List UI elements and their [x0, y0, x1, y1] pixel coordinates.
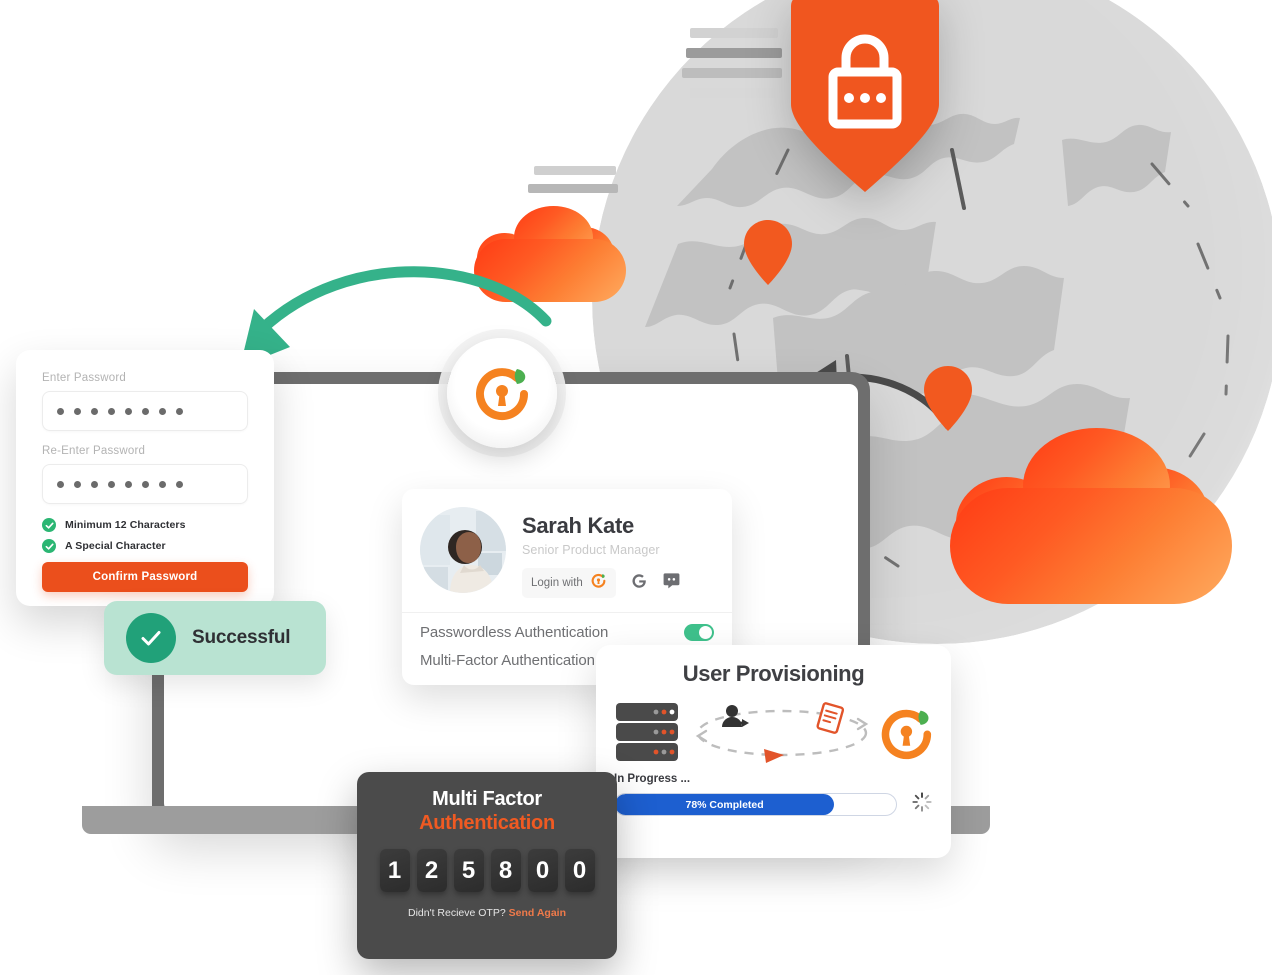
requirement-label: A Special Character	[65, 540, 166, 552]
setting-row-passwordless[interactable]: Passwordless Authentication	[402, 613, 732, 641]
shield-lock-icon	[789, 0, 941, 194]
reenter-password-label: Re-Enter Password	[42, 445, 146, 457]
reenter-password-input[interactable]	[42, 464, 248, 504]
confirm-password-button[interactable]: Confirm Password	[42, 562, 248, 592]
otp-digit[interactable]: 0	[527, 849, 558, 892]
discord-icon[interactable]	[662, 571, 681, 595]
requirement-item: A Special Character	[42, 539, 248, 553]
mfa-otp-card: Multi Factor Authentication 1 2 5 8 0 0 …	[357, 772, 617, 959]
requirement-item: Minimum 12 Characters	[42, 518, 248, 532]
setting-label: Passwordless Authentication	[420, 624, 609, 641]
enter-password-label: Enter Password	[42, 372, 126, 384]
user-provisioning-card: User Provisioning In Progress ... 78% Co…	[596, 645, 951, 858]
mfa-title-line2: Authentication	[419, 812, 555, 834]
mfa-title-line1: Multi Factor	[432, 788, 542, 810]
server-stack-icon	[616, 703, 678, 761]
password-card: Enter Password Re-Enter Password Minimum…	[16, 350, 274, 606]
success-toast-label: Successful	[192, 627, 291, 648]
add-user-icon	[722, 705, 749, 727]
decor-bar	[690, 88, 776, 98]
profile-name: Sarah Kate	[522, 513, 634, 538]
otp-digit[interactable]: 5	[453, 849, 484, 892]
otp-digit[interactable]: 8	[490, 849, 521, 892]
otp-digit[interactable]: 2	[416, 849, 447, 892]
keyhole-ring-leaf-icon	[447, 338, 557, 448]
illustration-stage: Enter Password Re-Enter Password Minimum…	[0, 0, 1272, 975]
otp-footer: Didn't Recieve OTP? Send Again	[373, 907, 601, 919]
login-with-label: Login with	[531, 577, 583, 589]
keyhole-ring-icon	[881, 709, 932, 760]
decor-bar	[528, 184, 618, 193]
provisioning-status: In Progress ...	[614, 773, 691, 785]
check-icon	[126, 613, 176, 663]
cloud-large	[950, 428, 1232, 604]
requirement-label: Minimum 12 Characters	[65, 519, 186, 531]
decor-bar	[682, 68, 782, 78]
decor-bar	[686, 48, 782, 58]
google-icon[interactable]	[630, 572, 648, 595]
enter-password-input[interactable]	[42, 391, 248, 431]
send-again-link[interactable]: Send Again	[509, 907, 566, 919]
otp-footer-question: Didn't Recieve OTP?	[407, 907, 509, 919]
profile-role: Senior Product Manager	[522, 543, 660, 557]
otp-digit[interactable]: 1	[379, 849, 410, 892]
check-icon	[42, 539, 56, 553]
cloudlock-icon[interactable]	[590, 572, 607, 594]
decor-bar	[690, 28, 778, 38]
loading-spinner-icon	[911, 791, 933, 818]
progress-bar-fill: 78% Completed	[615, 794, 835, 815]
provisioning-diagram	[614, 697, 933, 769]
login-with-chip[interactable]: Login with	[522, 568, 616, 598]
user-provisioning-title: User Provisioning	[682, 661, 865, 686]
success-toast: Successful	[104, 601, 326, 675]
passwordless-toggle[interactable]	[684, 624, 714, 641]
play-arrow-icon	[764, 749, 784, 763]
progress-bar: 78% Completed	[614, 793, 897, 816]
otp-digit[interactable]: 0	[564, 849, 595, 892]
document-icon	[816, 702, 845, 734]
check-icon	[42, 518, 56, 532]
decor-bar	[534, 166, 616, 175]
setting-label: Multi-Factor Authentication	[420, 652, 595, 669]
otp-input-group[interactable]: 1 2 5 8 0 0	[373, 849, 601, 892]
avatar	[420, 507, 506, 593]
